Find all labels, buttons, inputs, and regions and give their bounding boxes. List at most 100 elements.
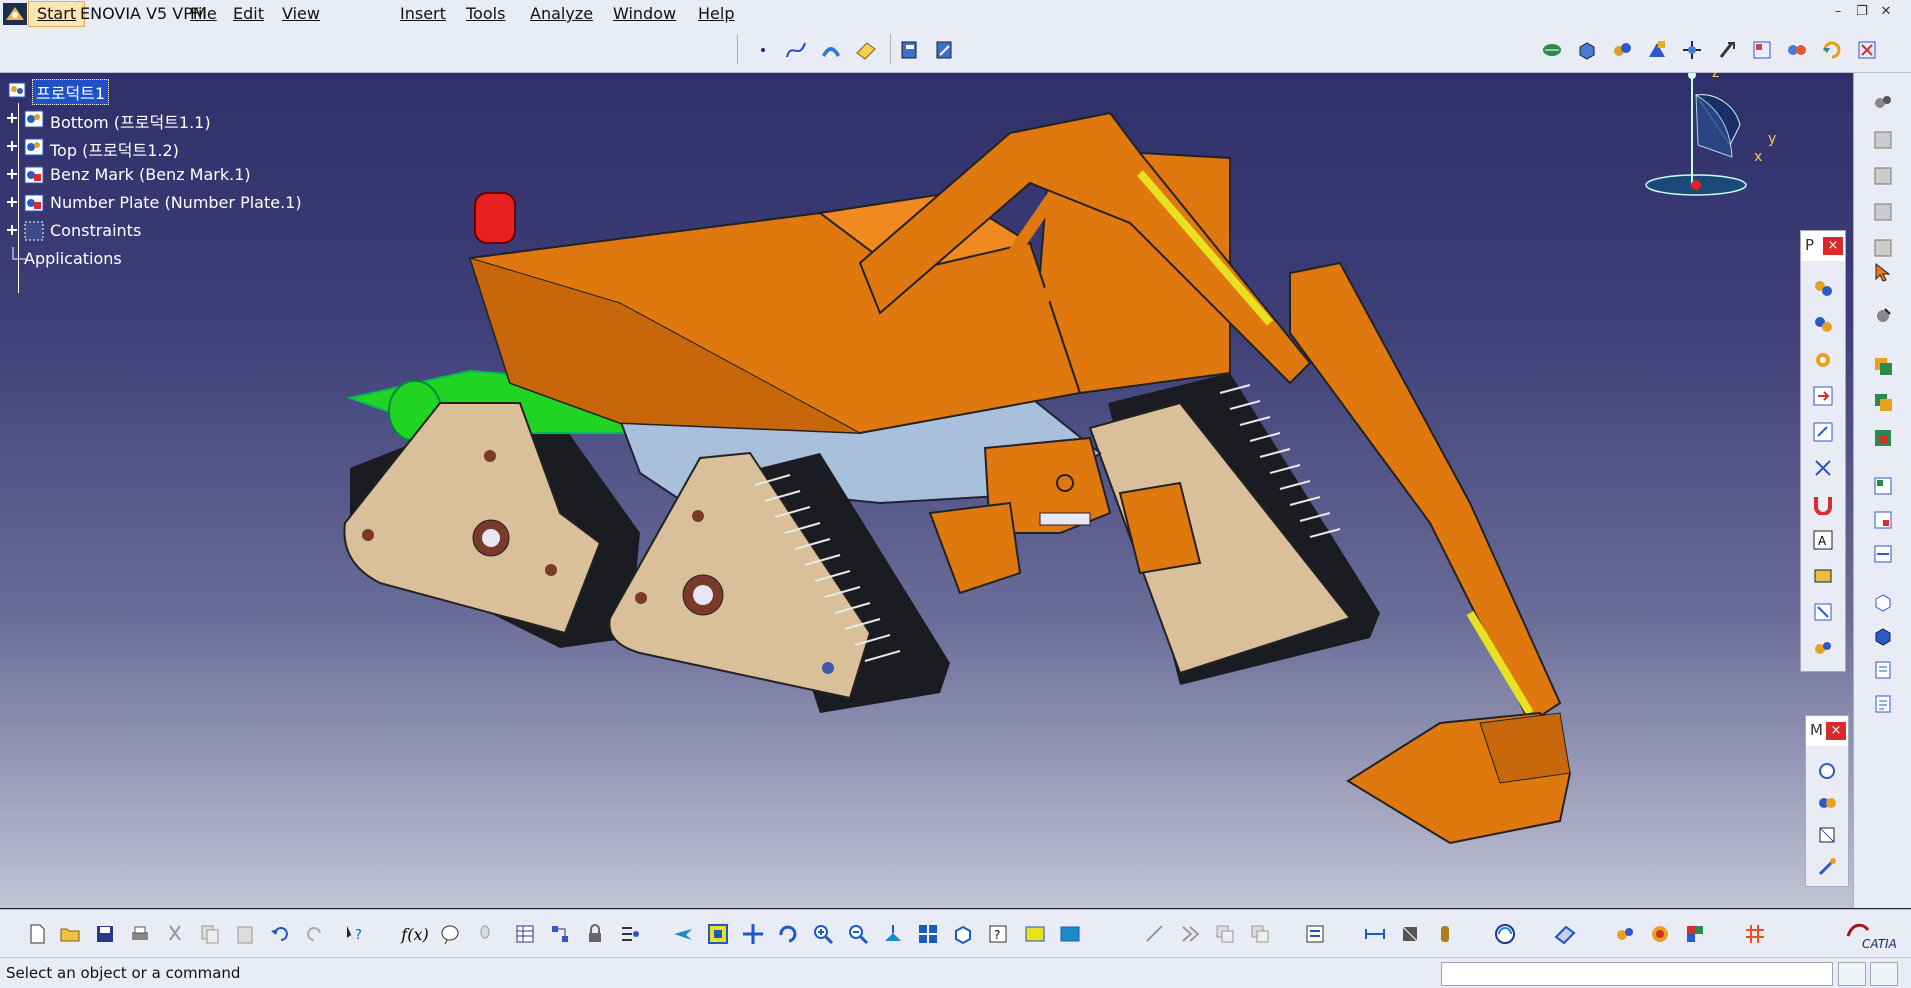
gears-icon[interactable]: [1808, 273, 1838, 303]
magnet-icon[interactable]: [1808, 489, 1838, 519]
constraint-icon[interactable]: [1852, 35, 1882, 65]
bulb-icon[interactable]: [470, 919, 500, 949]
redo-icon[interactable]: [300, 919, 330, 949]
component-icon[interactable]: [1572, 35, 1602, 65]
explode-icon[interactable]: [1747, 35, 1777, 65]
product-grey-icon[interactable]: [1868, 197, 1898, 227]
floating-toolbar-m[interactable]: M ×: [1805, 715, 1849, 887]
undo-icon[interactable]: [265, 919, 295, 949]
measure-inertia-icon[interactable]: [1812, 820, 1842, 850]
gears-icon[interactable]: [1808, 345, 1838, 375]
save-icon[interactable]: [90, 919, 120, 949]
palette-p-close-button[interactable]: ×: [1823, 237, 1843, 255]
document-icon[interactable]: [1868, 655, 1898, 685]
expand-icon[interactable]: [6, 224, 18, 236]
parameters-icon[interactable]: [615, 919, 645, 949]
measure-item-icon[interactable]: [1812, 788, 1842, 818]
scene-icon[interactable]: [1868, 539, 1898, 569]
catia-app-icon[interactable]: [3, 3, 27, 25]
command-input[interactable]: [1441, 962, 1833, 986]
cut-icon[interactable]: [1808, 453, 1838, 483]
gears-icon[interactable]: [1868, 87, 1898, 117]
copy-grey-icon[interactable]: [1245, 919, 1275, 949]
status-button-icon[interactable]: [1838, 962, 1866, 986]
surface-plane-icon[interactable]: [1550, 919, 1580, 949]
manipulation-icon[interactable]: [1677, 35, 1707, 65]
scene-icon[interactable]: [1808, 561, 1838, 591]
swap-space-icon[interactable]: [1020, 919, 1050, 949]
shading-icon[interactable]: [1055, 919, 1085, 949]
surface-icon[interactable]: [816, 35, 846, 65]
existing-component-icon[interactable]: [1642, 35, 1672, 65]
hide-show-icon[interactable]: ?: [983, 919, 1013, 949]
product-grey-icon[interactable]: [1868, 161, 1898, 191]
product-explode-icon[interactable]: [930, 35, 960, 65]
menu-insert[interactable]: Insert: [392, 0, 454, 28]
material-icon[interactable]: [1680, 919, 1710, 949]
measure-between-icon[interactable]: [1812, 852, 1842, 882]
law-icon[interactable]: [545, 919, 575, 949]
minimize-icon[interactable]: –: [1828, 4, 1848, 22]
generate-icon[interactable]: [1300, 919, 1330, 949]
assembly-feature-icon[interactable]: [1868, 423, 1898, 453]
spline-icon[interactable]: [781, 35, 811, 65]
expand-icon[interactable]: [6, 196, 18, 208]
fit-all-icon[interactable]: [703, 919, 733, 949]
cut-icon[interactable]: [160, 919, 190, 949]
menu-analyze[interactable]: Analyze: [522, 0, 601, 28]
status-button-icon[interactable]: [1870, 962, 1898, 986]
assembly-feature-icon[interactable]: [1868, 387, 1898, 417]
measure-item-icon[interactable]: [1395, 919, 1425, 949]
rotate-icon[interactable]: [773, 919, 803, 949]
product-grey-icon[interactable]: [1868, 125, 1898, 155]
knowledge-icon[interactable]: [435, 919, 465, 949]
gears-icon[interactable]: [1808, 633, 1838, 663]
publish-icon[interactable]: [1808, 597, 1838, 627]
catalog-icon[interactable]: [1868, 621, 1898, 651]
new-product-icon[interactable]: [1607, 35, 1637, 65]
palette-m-close-button[interactable]: ×: [1826, 722, 1846, 740]
print-icon[interactable]: [125, 919, 155, 949]
select-arrow-icon[interactable]: [1868, 257, 1898, 287]
3d-viewport[interactable]: z y x 프로덕트1 Bottom (프로덕트1.1) Top (프로덕트1.…: [0, 73, 1853, 908]
formula-icon[interactable]: f(x): [400, 919, 430, 949]
expand-icon[interactable]: [6, 168, 18, 180]
gears-icon[interactable]: [1610, 919, 1640, 949]
whats-this-icon[interactable]: ?: [340, 919, 370, 949]
menu-view[interactable]: View: [274, 0, 328, 28]
expand-icon[interactable]: [6, 112, 18, 124]
restore-icon[interactable]: ❐: [1852, 4, 1872, 22]
normal-view-icon[interactable]: [878, 919, 908, 949]
floating-toolbar-p[interactable]: P × A: [1800, 230, 1846, 672]
menu-edit[interactable]: Edit: [225, 0, 272, 28]
copy-grey-icon[interactable]: [1210, 919, 1240, 949]
menu-window[interactable]: Window: [605, 0, 684, 28]
annotation-icon[interactable]: A: [1808, 525, 1838, 555]
catalog-icon[interactable]: [1537, 35, 1567, 65]
expand-icon[interactable]: [6, 140, 18, 152]
snap-icon[interactable]: [1712, 35, 1742, 65]
sketch-plane-icon[interactable]: [851, 35, 881, 65]
arrows-icon[interactable]: [1175, 919, 1205, 949]
point-icon[interactable]: [748, 35, 778, 65]
move-icon[interactable]: [1808, 381, 1838, 411]
menu-file[interactable]: File: [182, 0, 225, 28]
update-icon[interactable]: [1817, 35, 1847, 65]
sketch-tool-icon[interactable]: [1140, 919, 1170, 949]
paste-icon[interactable]: [230, 919, 260, 949]
rotate-icon[interactable]: [1808, 417, 1838, 447]
grid-icon[interactable]: [1740, 919, 1770, 949]
zoom-out-icon[interactable]: [843, 919, 873, 949]
assembly-feature-icon[interactable]: [1868, 351, 1898, 381]
lock-icon[interactable]: [580, 919, 610, 949]
scene-icon[interactable]: [1868, 471, 1898, 501]
iso-view-icon[interactable]: [948, 919, 978, 949]
render-icon[interactable]: [1645, 919, 1675, 949]
clash-icon[interactable]: [1782, 35, 1812, 65]
scene-icon[interactable]: [1868, 505, 1898, 535]
copy-icon[interactable]: [195, 919, 225, 949]
multi-view-icon[interactable]: [913, 919, 943, 949]
measure-inertia-icon[interactable]: [1430, 919, 1460, 949]
menu-help[interactable]: Help: [690, 0, 742, 28]
zoom-in-icon[interactable]: [808, 919, 838, 949]
